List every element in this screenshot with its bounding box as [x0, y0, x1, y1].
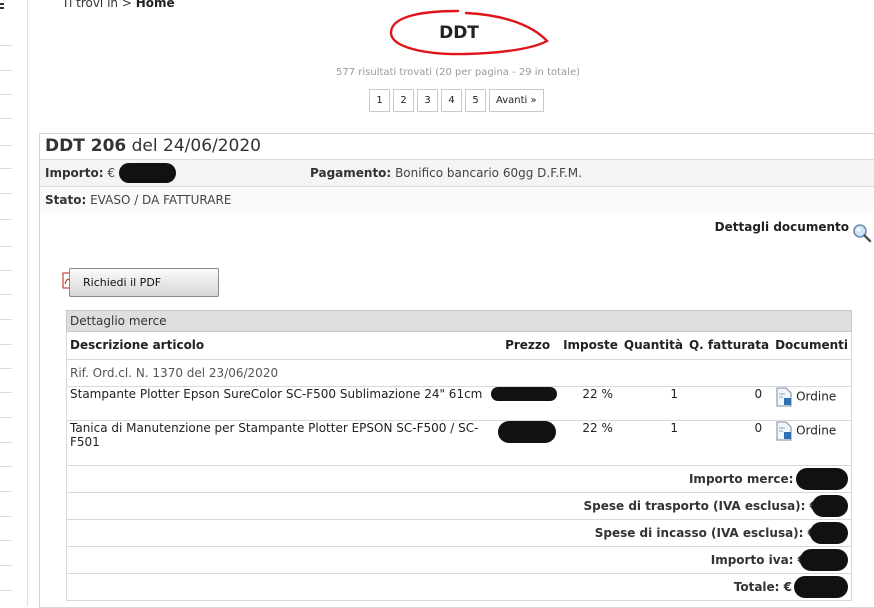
document-date: del 24/06/2020: [131, 136, 261, 156]
col-quantita: Quantità: [620, 332, 686, 360]
total-redaction: [800, 549, 848, 571]
document-info-row: Importo: € Pagamento: Bonifico bancario …: [40, 159, 874, 186]
table-row: Stampante Plotter Epson SureColor SC-F50…: [66, 386, 852, 421]
page-1-button[interactable]: 1: [369, 89, 390, 112]
menu-icon[interactable]: [0, 3, 4, 13]
order-reference-row: Rif. Ord.cl. N. 1370 del 23/06/2020: [66, 359, 852, 387]
importo-label: Importo:: [45, 166, 104, 180]
price-redaction: [491, 387, 558, 401]
total-label: Importo iva: €: [710, 552, 806, 567]
order-reference: Rif. Ord.cl. N. 1370 del 23/06/2020: [66, 359, 852, 387]
left-sidebar: [0, 0, 28, 606]
total-label: Spese di incasso (IVA esclusa): €: [594, 525, 816, 540]
breadcrumb-prefix: Ti trovi in >: [62, 0, 132, 10]
page-2-button[interactable]: 2: [393, 89, 414, 112]
total-label: Importo merce: €: [688, 471, 806, 486]
magnifier-icon[interactable]: [852, 223, 872, 243]
page-5-button[interactable]: 5: [465, 89, 486, 112]
total-redaction: [812, 495, 848, 517]
merce-section: Dettaglio merce Descrizione articolo Pre…: [66, 310, 852, 601]
item-qty: 1: [620, 420, 686, 466]
item-tax: 22 %: [560, 386, 621, 421]
item-description: Stampante Plotter Epson SureColor SC-F50…: [66, 386, 503, 421]
page-3-button[interactable]: 3: [417, 89, 438, 112]
breadcrumb-home[interactable]: Home: [136, 0, 175, 10]
total-redaction: [810, 522, 848, 544]
total-label: Totale: €: [733, 579, 792, 594]
item-document-link[interactable]: Ordine: [796, 423, 836, 437]
item-documents[interactable]: Ordine: [772, 420, 852, 466]
col-imposte: Imposte: [560, 332, 621, 360]
item-tax: 22 %: [560, 420, 621, 466]
item-invoiced-qty: 0: [685, 420, 773, 466]
page-title: DDT: [439, 23, 479, 43]
table-header-row: Descrizione articolo Prezzo Imposte Quan…: [66, 332, 852, 360]
total-row-totale: Totale: €: [66, 573, 852, 601]
col-descrizione: Descrizione articolo: [66, 332, 503, 360]
item-description: Tanica di Manutenzione per Stampante Plo…: [66, 420, 503, 466]
item-price: [491, 386, 561, 421]
pagamento-label: Pagamento:: [310, 166, 392, 180]
document-title: DDT 206 del 24/06/2020: [40, 134, 874, 159]
total-row-importo-merce: Importo merce: €: [66, 465, 852, 493]
page-title-area: DDT: [388, 8, 550, 56]
next-page-button[interactable]: Avanti »: [489, 89, 544, 112]
document-icon[interactable]: [775, 421, 793, 441]
total-label: Spese di trasporto (IVA esclusa): €: [583, 498, 818, 513]
results-info: 577 risultati trovati (20 per pagina - 2…: [335, 67, 580, 78]
price-redaction: [498, 420, 557, 443]
total-row-spese-incasso: Spese di incasso (IVA esclusa): €: [66, 519, 852, 547]
pagamento: Pagamento: Bonifico bancario 60gg D.F.F.…: [310, 160, 582, 186]
stato-value: EVASO / DA FATTURARE: [90, 193, 232, 207]
pagamento-value: Bonifico bancario 60gg D.F.F.M.: [395, 166, 582, 180]
item-document-link[interactable]: Ordine: [796, 389, 836, 403]
items-table: Descrizione articolo Prezzo Imposte Quan…: [66, 332, 852, 601]
pagination: 1 2 3 4 5 Avanti »: [369, 89, 544, 112]
col-prezzo: Prezzo: [502, 332, 561, 360]
item-documents[interactable]: Ordine: [772, 386, 852, 421]
item-invoiced-qty: 0: [685, 386, 773, 421]
request-pdf-button[interactable]: Richiedi il PDF: [69, 268, 219, 297]
item-qty: 1: [620, 386, 686, 421]
document-icon[interactable]: [775, 387, 793, 407]
total-redaction: [794, 576, 848, 598]
page-4-button[interactable]: 4: [441, 89, 462, 112]
document-number: DDT 206: [45, 136, 127, 156]
merce-section-title: Dettaglio merce: [66, 310, 852, 332]
item-price: [498, 420, 561, 466]
table-row: Tanica di Manutenzione per Stampante Plo…: [66, 420, 852, 466]
total-redaction: [796, 468, 848, 490]
stato-label: Stato:: [45, 193, 87, 207]
total-row-spese-trasporto: Spese di trasporto (IVA esclusa): €: [66, 492, 852, 520]
total-row-importo-iva: Importo iva: €: [66, 546, 852, 574]
document-status-row: Stato: EVASO / DA FATTURARE: [40, 186, 874, 213]
col-q-fatturata: Q. fatturata: [685, 332, 773, 360]
col-documenti: Documenti: [772, 332, 852, 360]
breadcrumb: Ti trovi in > Home: [62, 0, 175, 10]
ddt-document-panel: DDT 206 del 24/06/2020 Importo: € Pagame…: [39, 133, 874, 608]
importo-redaction: [118, 162, 176, 183]
document-details-link[interactable]: Dettagli documento: [715, 220, 849, 234]
importo-currency: €: [107, 166, 115, 180]
